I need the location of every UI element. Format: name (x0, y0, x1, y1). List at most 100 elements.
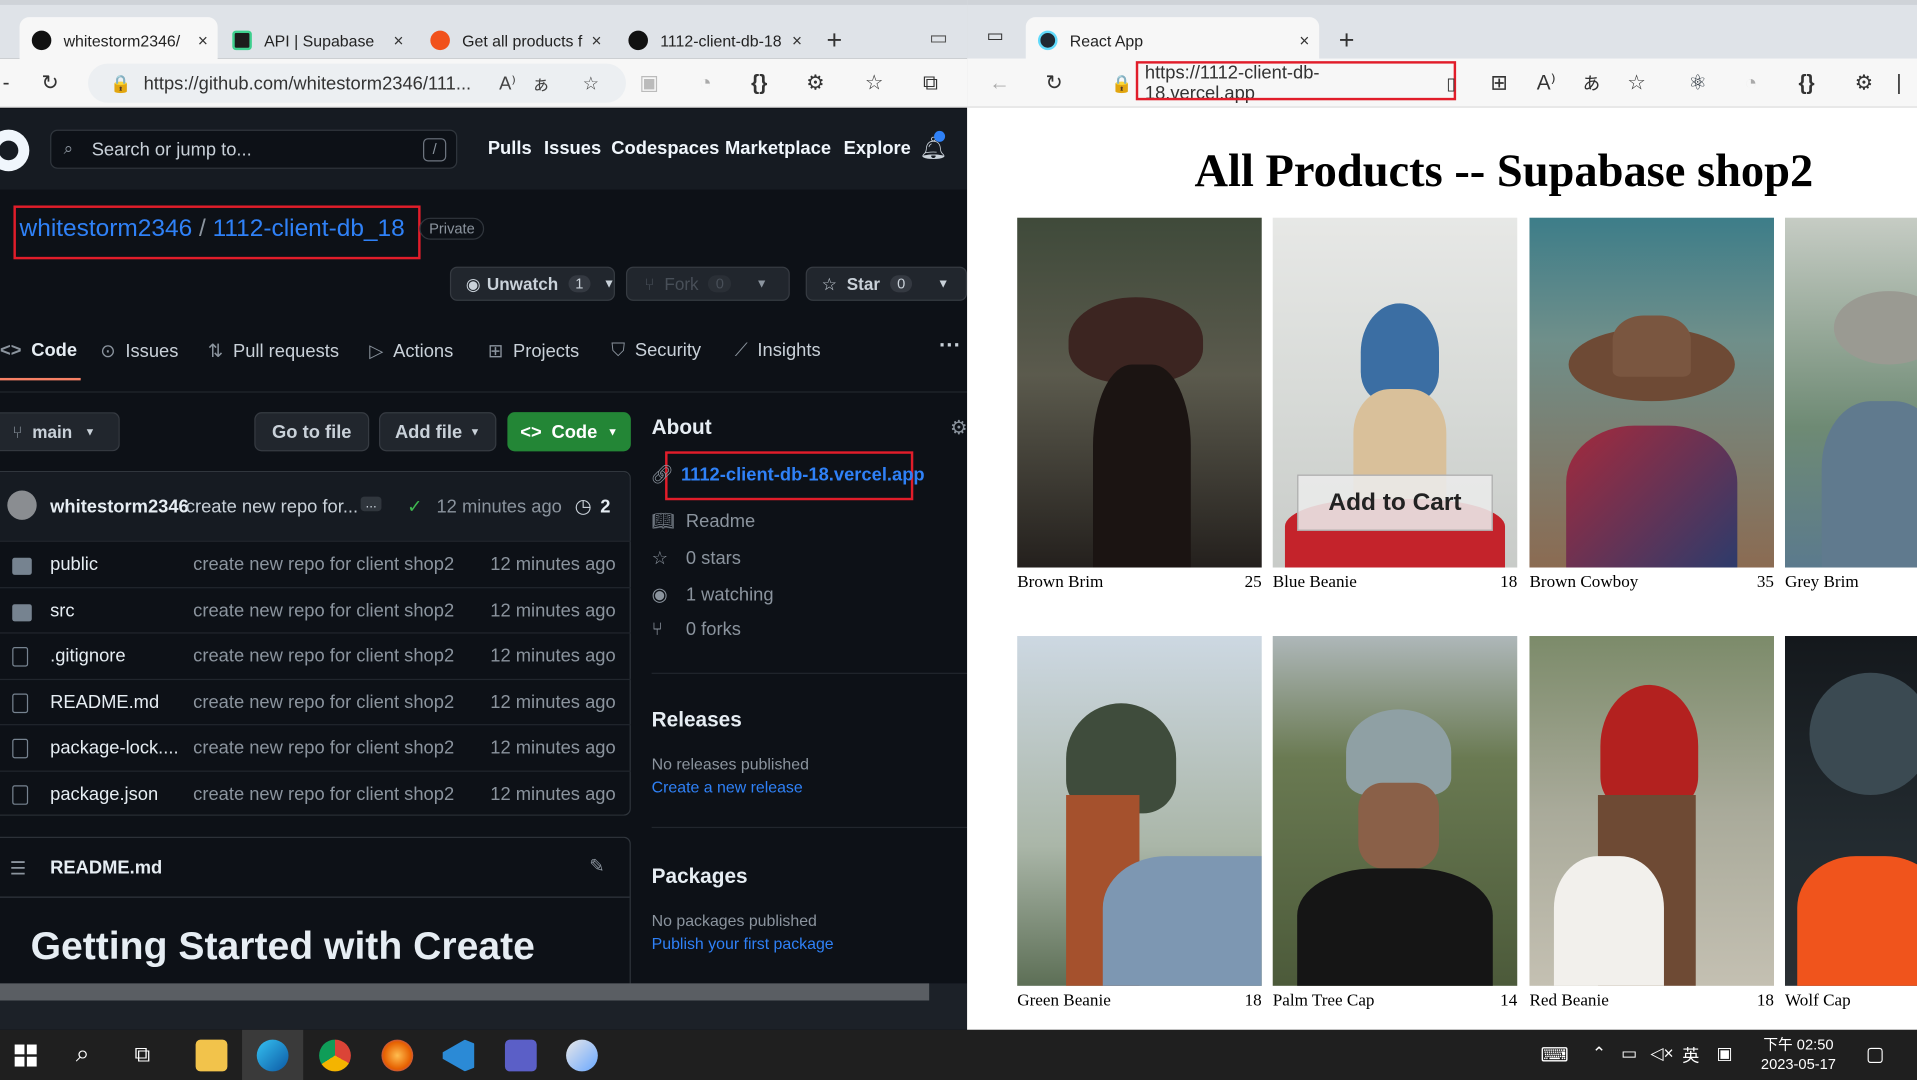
file-row[interactable]: package-lock.... create new repo for clie… (0, 724, 631, 771)
create-release-link[interactable]: Create a new release (652, 778, 803, 796)
tab-pull-requests[interactable]: ⇅ Pull requests (208, 340, 339, 362)
system-clock[interactable]: 下午 02:50 2023-05-17 (1756, 1035, 1842, 1074)
read-aloud-icon[interactable]: A⁾ (1537, 71, 1556, 95)
unwatch-button[interactable]: ◉ Unwatch 1 ▼ (449, 266, 615, 301)
commit-message[interactable]: create new repo for... (186, 497, 358, 518)
vscode-icon[interactable] (442, 1039, 475, 1072)
collections-icon[interactable]: ⧉ (917, 71, 944, 95)
extensions-icon[interactable]: ⚙ (802, 71, 829, 95)
tab-close-icon[interactable]: × (592, 31, 602, 51)
tab-actions-icon[interactable]: ▭ (987, 24, 1004, 47)
file-commit-message[interactable]: create new repo for client shop2 (193, 554, 454, 575)
repo-name-link[interactable]: 1112-client-db_18 (213, 215, 405, 242)
task-view-icon[interactable]: ⧉ (134, 1042, 150, 1068)
tab-close-icon[interactable]: × (792, 31, 802, 51)
packages-title[interactable]: Packages (652, 865, 748, 889)
add-favorite-icon[interactable]: ☆ (1627, 71, 1646, 95)
new-tab-button[interactable]: + (1339, 26, 1355, 54)
search-input[interactable]: ⌕ Search or jump to... / (50, 129, 458, 169)
tab-insights[interactable]: ⟋ Insights (735, 340, 821, 361)
file-row[interactable]: package.json create new repo for client s… (0, 770, 631, 817)
tab-react-app[interactable]: React App × (1025, 17, 1320, 64)
file-name[interactable]: package.json (50, 784, 158, 805)
homepage-link[interactable]: 1112-client-db-18.vercel.app (681, 465, 925, 486)
file-name[interactable]: public (50, 554, 98, 575)
read-aloud-icon[interactable]: A⁾ (499, 72, 516, 94)
star-button[interactable]: ☆ Star 0 ▼ (805, 266, 968, 301)
avatar[interactable] (7, 490, 37, 520)
refresh-icon[interactable]: ↻ (37, 71, 64, 95)
file-name[interactable]: README.md (50, 692, 159, 713)
input-method-indicator[interactable]: 英 (1682, 1043, 1699, 1067)
tab-vercel-deploy[interactable]: 1112-client-db-18 × (616, 17, 812, 63)
tab-get-all-products[interactable]: Get all products f × (418, 17, 611, 63)
tab-github-repo[interactable]: whitestorm2346/ × (19, 17, 218, 64)
refresh-icon[interactable]: ↻ (1045, 71, 1062, 95)
nav-issues[interactable]: Issues (544, 138, 601, 159)
back-icon[interactable]: - (0, 71, 12, 95)
stars-link[interactable]: ☆ 0 stars (652, 547, 741, 569)
tab-issues[interactable]: ⊙ Issues (100, 340, 178, 362)
file-name[interactable]: package-lock.... (50, 738, 178, 759)
notification-center-icon[interactable]: ▢ (1866, 1042, 1884, 1066)
file-explorer-icon[interactable] (195, 1039, 228, 1072)
tab-projects[interactable]: ⊞ Projects (488, 340, 579, 362)
file-row[interactable]: README.md create new repo for client shop… (0, 678, 631, 725)
file-commit-message[interactable]: create new repo for client shop2 (193, 600, 454, 621)
forks-link[interactable]: ⑂ 0 forks (652, 619, 741, 640)
file-commit-message[interactable]: create new repo for client shop2 (193, 646, 454, 667)
network-icon[interactable]: ▭ (1621, 1043, 1637, 1064)
firefox-browser-icon[interactable] (381, 1039, 414, 1072)
add-favorite-icon[interactable]: ☆ (583, 72, 599, 94)
branch-selector[interactable]: ⑂ main ▼ (0, 412, 120, 452)
commit-expand-button[interactable]: ... (360, 496, 382, 512)
show-hidden-icons[interactable]: ⌃ (1592, 1043, 1606, 1064)
extensions-icon[interactable]: ⚙ (1855, 71, 1874, 95)
search-icon[interactable]: ⌕ (76, 1041, 90, 1069)
file-row[interactable]: public create new repo for client shop2 12… (0, 540, 631, 587)
paint-icon[interactable] (566, 1039, 598, 1072)
extension-1-icon[interactable]: ▣ (636, 71, 663, 95)
teams-icon[interactable] (504, 1039, 537, 1072)
readme-link[interactable]: 📖︎ Readme (652, 510, 756, 532)
chrome-browser-icon[interactable] (319, 1039, 351, 1072)
releases-title[interactable]: Releases (652, 708, 742, 732)
file-commit-message[interactable]: create new repo for client shop2 (193, 692, 454, 713)
horizontal-scrollbar[interactable] (0, 983, 930, 1001)
commit-count[interactable]: 2 (600, 497, 610, 518)
nav-marketplace[interactable]: Marketplace (725, 138, 831, 159)
publish-package-link[interactable]: Publish your first package (652, 934, 834, 952)
keyboard-icon[interactable]: ⌨ (1540, 1043, 1568, 1067)
back-arrow-icon[interactable]: ← (989, 71, 1010, 95)
file-row[interactable]: src create new repo for client shop2 12 mi… (0, 586, 631, 633)
json-extension-icon[interactable]: {} (746, 71, 773, 95)
app-available-icon[interactable]: ⊞ (1490, 71, 1507, 95)
file-commit-message[interactable]: create new repo for client shop2 (193, 738, 454, 759)
tab-actions-icon[interactable]: ▭ (929, 26, 947, 50)
commit-author[interactable]: whitestorm2346 (50, 497, 189, 518)
ime-mode-icon[interactable]: ▣ (1717, 1043, 1733, 1064)
add-to-cart-button[interactable]: Add to Cart (1297, 474, 1493, 531)
watching-link[interactable]: ◉ 1 watching (652, 583, 774, 606)
settings-gear-icon[interactable]: ⚙ (950, 416, 967, 440)
github-logo-icon[interactable] (0, 129, 30, 172)
json-extension-icon[interactable]: {} (1798, 71, 1814, 95)
nav-codespaces[interactable]: Codespaces (611, 138, 719, 159)
tab-close-icon[interactable]: × (1299, 31, 1309, 51)
tab-actions[interactable]: ▷ Actions (369, 340, 453, 362)
nav-pulls[interactable]: Pulls (488, 138, 532, 159)
history-icon[interactable]: ◷ (575, 494, 592, 518)
translate-icon[interactable]: ぁ (532, 70, 550, 96)
fork-button[interactable]: ⑂ Fork 0 ▼ (625, 266, 790, 301)
reader-view-icon[interactable]: ▯ (1446, 71, 1455, 95)
new-tab-button[interactable]: + (826, 26, 842, 54)
file-name[interactable]: src (50, 600, 74, 621)
left-address-bar[interactable]: 🔒 https://github.com/whitestorm2346/111.… (88, 63, 626, 103)
edge-browser-icon[interactable] (256, 1039, 289, 1072)
repo-owner-link[interactable]: whitestorm2346 (20, 215, 193, 242)
tab-security[interactable]: ⛉ Security (611, 340, 701, 361)
go-to-file-button[interactable]: Go to file (254, 412, 370, 452)
volume-muted-icon[interactable]: ◁× (1651, 1043, 1674, 1064)
extension-2-icon[interactable]: ◔ (1745, 71, 1758, 95)
tab-close-icon[interactable]: × (393, 31, 403, 51)
